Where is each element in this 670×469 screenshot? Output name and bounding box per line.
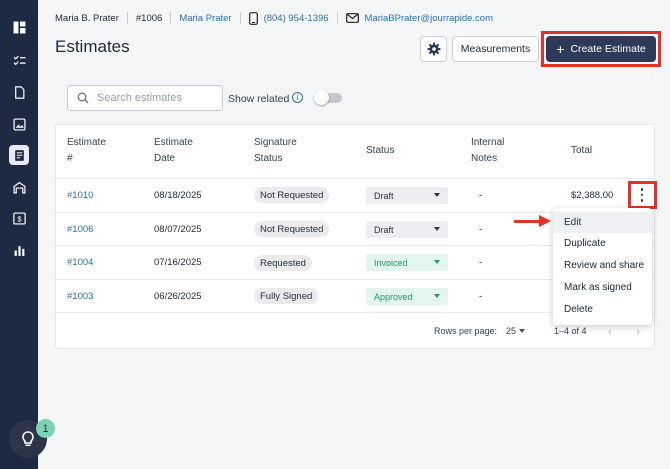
- bar-chart-icon[interactable]: [9, 240, 29, 260]
- col-estimate-no[interactable]: Estimate #: [67, 135, 106, 167]
- status-dropdown[interactable]: Draft: [366, 221, 448, 238]
- lightbulb-icon: [22, 431, 34, 446]
- estimate-total: $2,388.00: [571, 190, 614, 201]
- internal-notes: -: [479, 291, 483, 302]
- col-estimate-no-line1: Estimate: [67, 137, 106, 148]
- status-value: Draft: [374, 190, 394, 201]
- svg-text:$: $: [17, 214, 22, 223]
- menu-item-edit[interactable]: Edit: [553, 212, 652, 233]
- estimate-number-link[interactable]: #1004: [67, 257, 93, 268]
- sidebar: $: [0, 0, 38, 469]
- checklist-icon[interactable]: [9, 50, 29, 70]
- dollar-icon[interactable]: $: [9, 208, 29, 228]
- menu-item-duplicate[interactable]: Duplicate: [553, 233, 652, 254]
- col-estimate-date-line1: Estimate: [154, 137, 193, 148]
- internal-notes: -: [479, 257, 483, 268]
- caret-down-icon: [434, 227, 440, 231]
- col-estimate-date[interactable]: Estimate Date: [154, 135, 193, 167]
- phone-icon: [248, 11, 258, 25]
- create-estimate-label: Create Estimate: [570, 43, 646, 55]
- caret-down-icon: [434, 294, 440, 298]
- pagination-range: 1–4 of 4: [554, 326, 587, 336]
- estimate-date: 08/07/2025: [154, 224, 202, 235]
- rows-per-page-select[interactable]: 25: [506, 326, 516, 336]
- menu-item-delete[interactable]: Delete: [553, 299, 652, 320]
- col-internal-notes-line2: Notes: [471, 153, 498, 164]
- phone-link[interactable]: (804) 954-1396: [264, 13, 329, 24]
- warehouse-icon[interactable]: [9, 177, 29, 197]
- page-title: Estimates: [55, 37, 130, 56]
- divider: [55, 124, 655, 125]
- divider: [170, 12, 172, 24]
- estimates-icon[interactable]: [9, 145, 29, 165]
- create-estimate-button[interactable]: + Create Estimate: [546, 36, 656, 62]
- customer-bar: Maria B. Prater #1006 Maria Prater (804)…: [55, 11, 493, 25]
- toggle-knob[interactable]: [314, 90, 329, 105]
- mail-icon: [345, 13, 359, 23]
- search-input[interactable]: Search estimates: [67, 85, 223, 111]
- help-badge: 1: [36, 419, 55, 438]
- info-icon[interactable]: i: [292, 92, 303, 103]
- caret-down-icon[interactable]: [519, 329, 525, 333]
- divider: [55, 178, 655, 179]
- signature-status-pill: Not Requested: [254, 221, 330, 237]
- rows-per-page-label: Rows per page:: [434, 326, 498, 336]
- col-estimate-no-line2: #: [67, 153, 73, 164]
- menu-item-mark-signed[interactable]: Mark as signed: [553, 277, 652, 298]
- divider: [239, 12, 241, 24]
- col-total[interactable]: Total: [571, 143, 592, 159]
- row-actions-menu: Edit Duplicate Review and share Mark as …: [553, 208, 652, 325]
- col-signature-status[interactable]: Signature Status: [254, 135, 297, 167]
- status-dropdown[interactable]: Draft: [366, 187, 448, 204]
- customer-link[interactable]: Maria Prater: [179, 13, 231, 24]
- signature-status-pill: Not Requested: [254, 187, 330, 203]
- col-signature-status-line2: Status: [254, 153, 283, 164]
- estimate-date: 07/16/2025: [154, 257, 202, 268]
- plus-icon: +: [556, 41, 565, 57]
- caret-down-icon: [434, 193, 440, 197]
- status-value: Draft: [374, 224, 394, 235]
- image-icon[interactable]: [9, 114, 29, 134]
- col-internal-notes[interactable]: Internal Notes: [471, 135, 504, 167]
- col-internal-notes-line1: Internal: [471, 137, 505, 148]
- estimate-number-link[interactable]: #1003: [67, 291, 93, 302]
- email-link[interactable]: MariaBPrater@jourrapide.com: [365, 13, 493, 24]
- estimate-number-link[interactable]: #1006: [67, 224, 93, 235]
- status-dropdown[interactable]: Approved: [366, 288, 448, 305]
- divider: [336, 12, 338, 24]
- customer-name: Maria B. Prater: [55, 12, 119, 24]
- estimate-date: 06/26/2025: [154, 291, 202, 302]
- next-page-icon[interactable]: ›: [636, 324, 640, 338]
- status-dropdown[interactable]: Invoiced: [366, 254, 448, 271]
- settings-button[interactable]: [420, 36, 447, 62]
- measurements-button[interactable]: Measurements: [452, 36, 539, 62]
- signature-status-pill: Requested: [254, 255, 312, 271]
- status-value: Invoiced: [374, 257, 408, 268]
- caret-down-icon: [434, 260, 440, 264]
- col-estimate-date-line2: Date: [154, 153, 176, 164]
- estimate-date: 08/18/2025: [154, 190, 202, 201]
- col-signature-status-line1: Signature: [254, 137, 297, 148]
- internal-notes: -: [479, 190, 483, 201]
- internal-notes: -: [479, 224, 483, 235]
- annotation-arrow-head: [539, 215, 551, 227]
- menu-item-review-share[interactable]: Review and share: [553, 255, 652, 276]
- status-value: Approved: [374, 291, 413, 302]
- estimate-number-link[interactable]: #1010: [67, 190, 93, 201]
- search-icon: [77, 92, 89, 104]
- divider: [126, 12, 128, 24]
- annotation-arrow: [514, 220, 542, 223]
- signature-status-pill: Fully Signed: [254, 288, 319, 304]
- job-number: #1006: [135, 12, 163, 24]
- col-status[interactable]: Status: [366, 143, 394, 159]
- prev-page-icon[interactable]: ‹: [608, 324, 612, 338]
- gear-icon: [427, 42, 440, 56]
- search-placeholder: Search estimates: [97, 92, 182, 104]
- show-related-label: Show related: [228, 93, 290, 105]
- document-icon[interactable]: [9, 82, 29, 102]
- dashboard-icon[interactable]: [9, 17, 29, 37]
- kebab-icon[interactable]: [636, 187, 648, 203]
